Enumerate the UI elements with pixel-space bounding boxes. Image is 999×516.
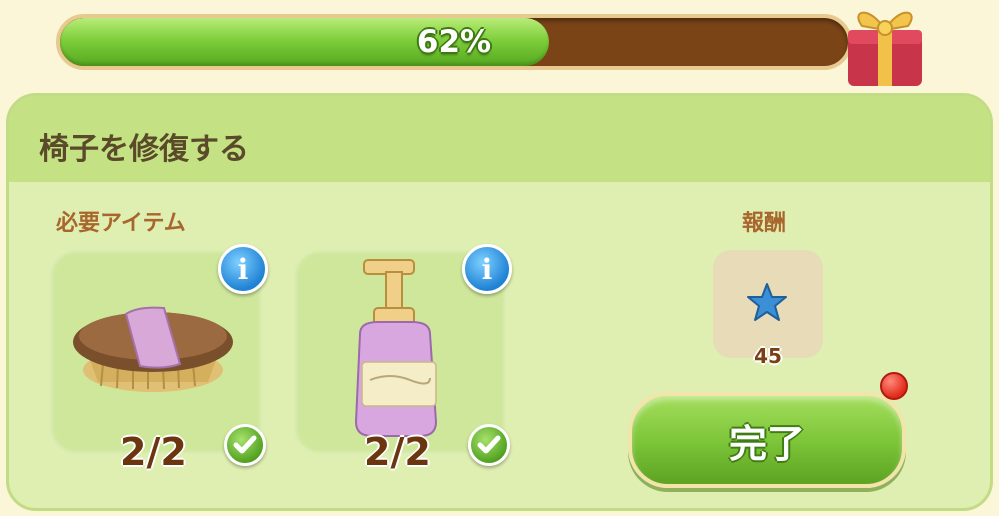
reward-amount: 45 — [754, 344, 782, 368]
required-items-label: 必要アイテム — [56, 211, 186, 236]
check-icon — [468, 424, 510, 466]
gift-box-icon[interactable] — [840, 0, 930, 88]
complete-button[interactable]: 完了 — [628, 392, 906, 488]
reward-label: 報酬 — [742, 211, 787, 236]
soap-bottle-icon — [354, 259, 438, 437]
required-item-brush[interactable]: i — [50, 244, 268, 454]
item-count-soap: 2/2 — [364, 430, 431, 474]
info-icon[interactable]: i — [462, 244, 512, 294]
notification-dot — [880, 372, 908, 400]
info-icon[interactable]: i — [218, 244, 268, 294]
progress-bar: 62% — [56, 14, 852, 70]
check-icon — [224, 424, 266, 466]
progress-label: 62% — [416, 24, 492, 60]
required-item-soap[interactable]: i — [294, 244, 512, 454]
blue-star-icon — [747, 283, 787, 321]
item-count-brush: 2/2 — [120, 430, 187, 474]
task-title: 椅子を修復する — [39, 132, 249, 167]
brush-icon — [73, 306, 233, 392]
reward-card — [713, 250, 823, 358]
